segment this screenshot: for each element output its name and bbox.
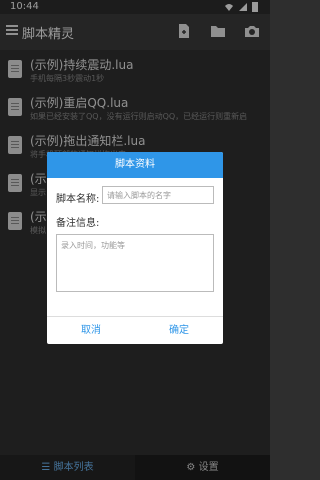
dialog-title: 脚本资料 [47, 152, 223, 178]
name-label: 脚本名称: [56, 194, 100, 205]
dialog-buttons: 取消 确定 [47, 316, 223, 344]
cancel-button[interactable]: 取消 [47, 317, 135, 344]
note-label: 备注信息: [56, 218, 100, 229]
confirm-button[interactable]: 确定 [135, 317, 223, 344]
script-name-input[interactable]: 请输入脚本的名字 [102, 186, 214, 204]
note-textarea[interactable]: 录入时间，功能等 [56, 234, 214, 292]
script-info-dialog: 脚本资料 脚本名称: 请输入脚本的名字 备注信息: 录入时间，功能等 取消 确定 [47, 152, 223, 344]
